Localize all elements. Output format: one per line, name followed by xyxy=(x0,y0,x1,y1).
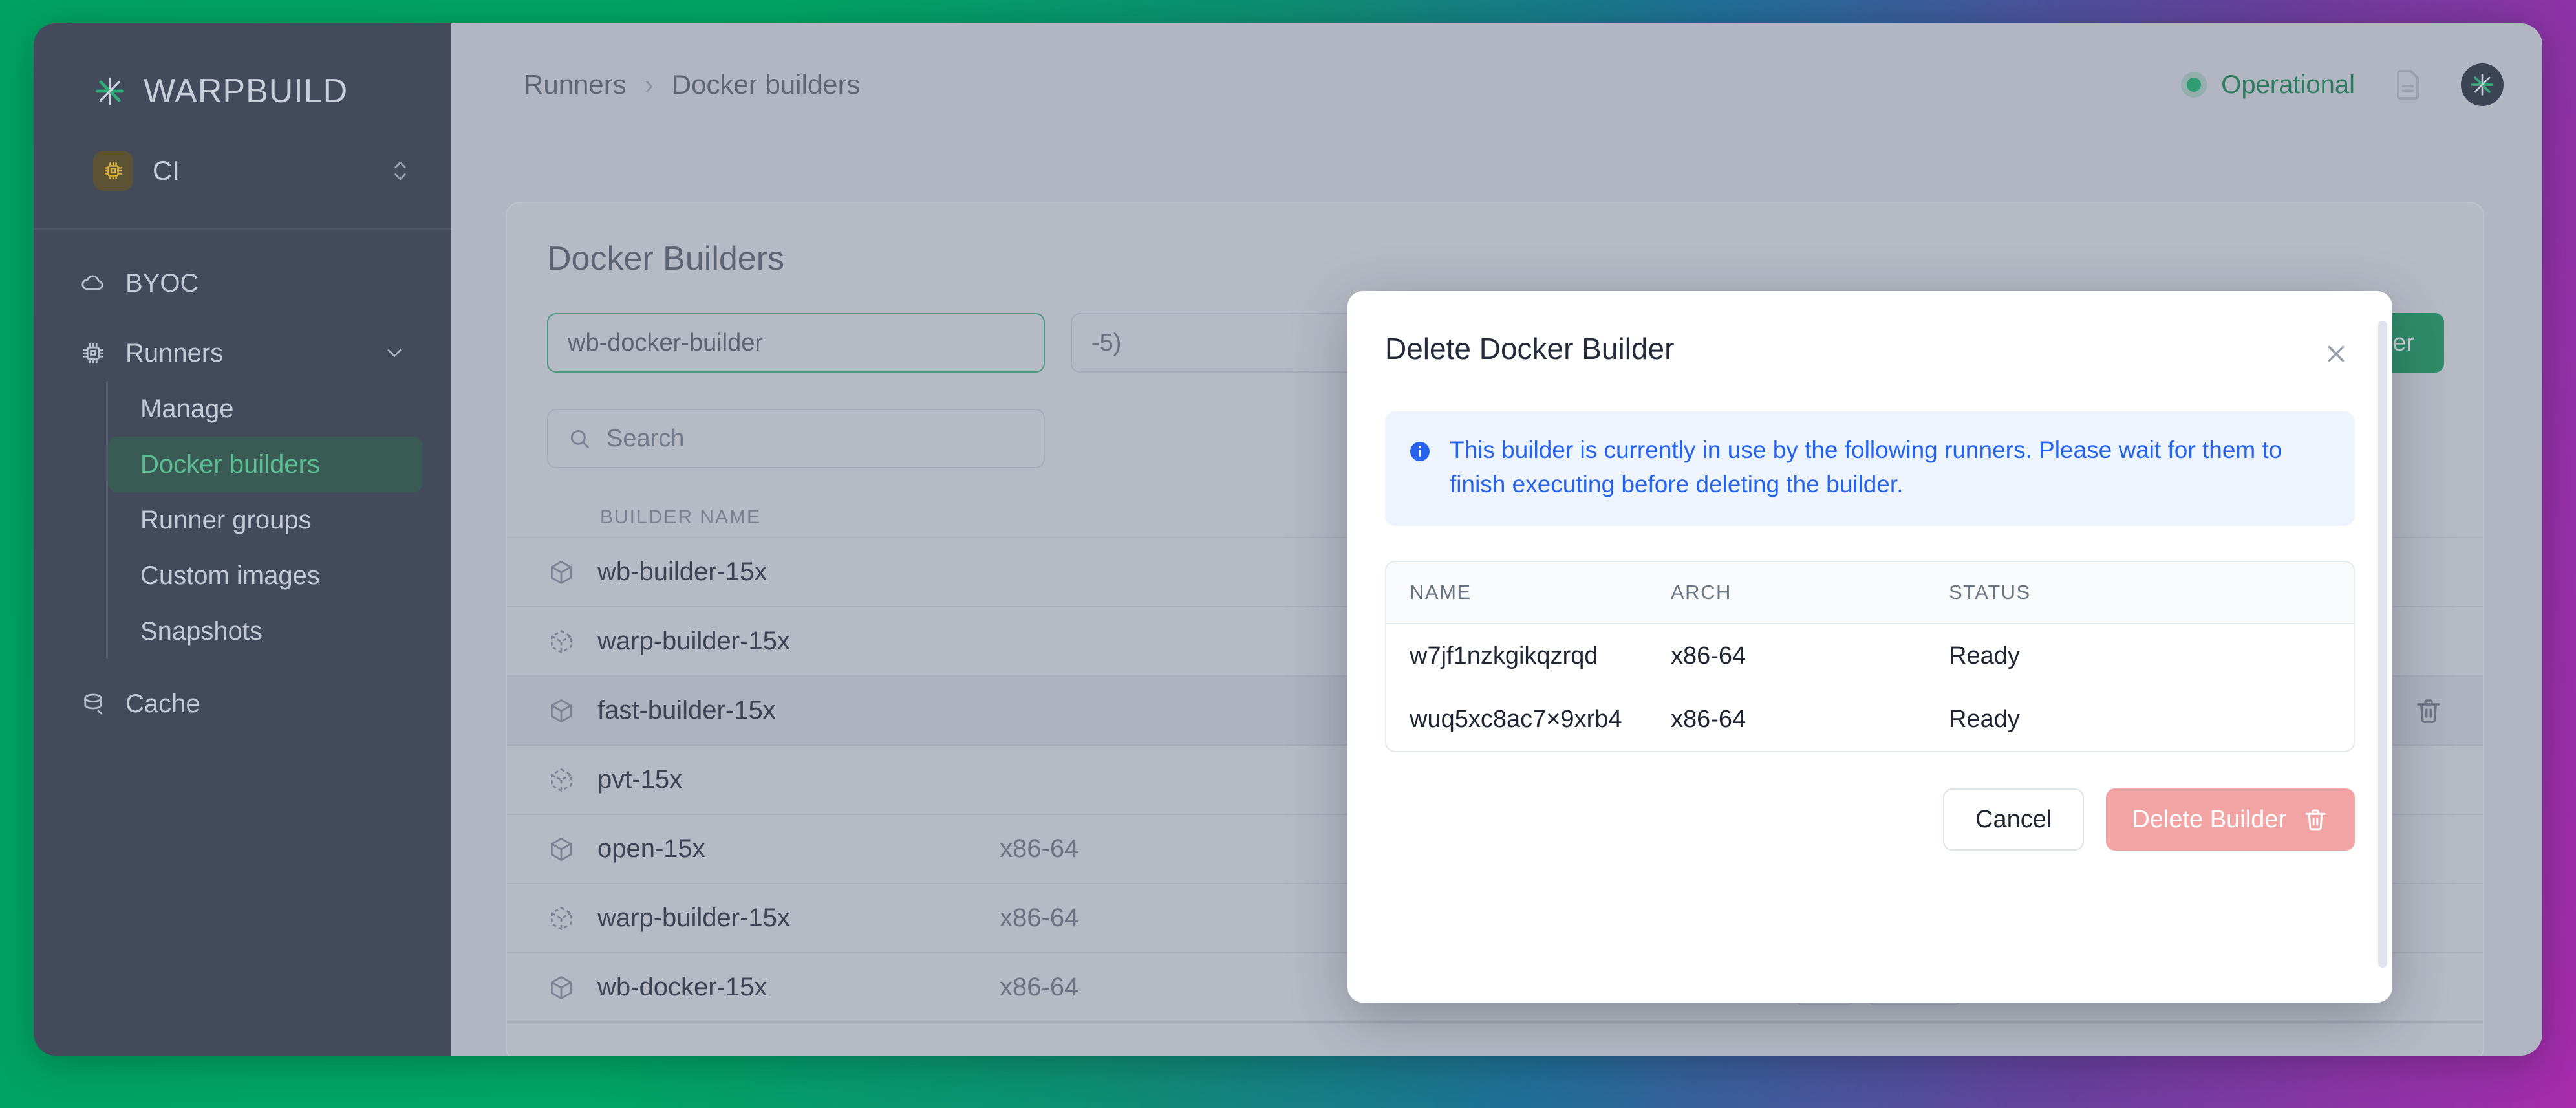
cell-runner-arch: x86-64 xyxy=(1671,642,1949,670)
org-switcher[interactable]: CI xyxy=(93,151,413,191)
sidebar-item-label: Runner groups xyxy=(140,506,312,535)
info-text: This builder is currently in use by the … xyxy=(1450,433,2329,501)
warpbuild-logo-icon xyxy=(93,74,127,108)
database-icon xyxy=(79,690,107,718)
modal-header: Delete Docker Builder xyxy=(1347,291,2392,373)
affected-runners-table: NAME ARCH STATUS w7jf1nzkgikqzrqd x86-64… xyxy=(1385,561,2355,752)
org-label: CI xyxy=(153,155,371,186)
sidebar-nav: BYOC Runners xyxy=(34,230,451,732)
sidebar-item-runner-groups[interactable]: Runner groups xyxy=(108,492,423,548)
sidebar-item-label: Snapshots xyxy=(140,617,263,646)
close-icon[interactable] xyxy=(2317,335,2355,373)
info-banner: This builder is currently in use by the … xyxy=(1385,411,2355,526)
table-row: wuq5xc8ac7×9xrb4 x86-64 Ready xyxy=(1386,688,2354,751)
modal-footer: Cancel Delete Builder xyxy=(1347,752,2392,851)
sidebar-item-runners[interactable]: Runners xyxy=(62,325,423,381)
cell-runner-name: w7jf1nzkgikqzrqd xyxy=(1386,642,1671,670)
sidebar-item-label: Cache xyxy=(125,690,406,719)
cell-runner-status: Ready xyxy=(1949,706,2354,733)
sidebar-item-label: BYOC xyxy=(125,269,406,298)
cpu-icon xyxy=(79,339,107,367)
delete-builder-label: Delete Builder xyxy=(2132,806,2286,834)
sidebar-item-custom-images[interactable]: Custom images xyxy=(108,548,423,603)
sidebar-item-cache[interactable]: Cache xyxy=(62,676,423,732)
column-header-status: STATUS xyxy=(1949,581,2354,604)
column-header-name: NAME xyxy=(1386,581,1671,604)
delete-builder-button[interactable]: Delete Builder xyxy=(2106,788,2355,851)
modal-scrollbar[interactable] xyxy=(2378,321,2387,968)
sidebar: WARPBUILD CI xyxy=(34,23,451,1056)
sidebar-item-manage[interactable]: Manage xyxy=(108,381,423,437)
cloud-icon xyxy=(79,269,107,298)
sidebar-item-label: Docker builders xyxy=(140,450,320,479)
cpu-chip-icon xyxy=(93,151,133,191)
chevron-up-down-icon xyxy=(391,158,413,184)
brand-name: WARPBUILD xyxy=(144,72,348,111)
cell-runner-status: Ready xyxy=(1949,642,2354,670)
sidebar-item-snapshots[interactable]: Snapshots xyxy=(108,603,423,659)
cancel-button[interactable]: Cancel xyxy=(1943,788,2084,851)
sidebar-item-label: Manage xyxy=(140,395,234,424)
chevron-down-icon xyxy=(383,342,406,365)
main-content: Runners › Docker builders Operational xyxy=(451,23,2542,1056)
column-header-arch: ARCH xyxy=(1671,581,1949,604)
table-row: w7jf1nzkgikqzrqd x86-64 Ready xyxy=(1386,624,2354,688)
sidebar-subnav-runners: Manage Docker builders Runner groups Cus… xyxy=(106,381,423,659)
table-header-row: NAME ARCH STATUS xyxy=(1386,562,2354,624)
cell-runner-name: wuq5xc8ac7×9xrb4 xyxy=(1386,706,1671,733)
sidebar-item-docker-builders[interactable]: Docker builders xyxy=(108,437,423,492)
modal-title: Delete Docker Builder xyxy=(1385,331,1674,366)
sidebar-item-label: Runners xyxy=(125,339,365,368)
app-window: WARPBUILD CI xyxy=(34,23,2542,1056)
sidebar-item-label: Custom images xyxy=(140,561,320,591)
info-icon xyxy=(1407,439,1433,501)
trash-icon xyxy=(2302,806,2329,833)
sidebar-item-byoc[interactable]: BYOC xyxy=(62,255,423,311)
brand[interactable]: WARPBUILD xyxy=(34,23,451,111)
delete-docker-builder-modal: Delete Docker Builder This builder is cu… xyxy=(1347,291,2392,1003)
cell-runner-arch: x86-64 xyxy=(1671,706,1949,733)
